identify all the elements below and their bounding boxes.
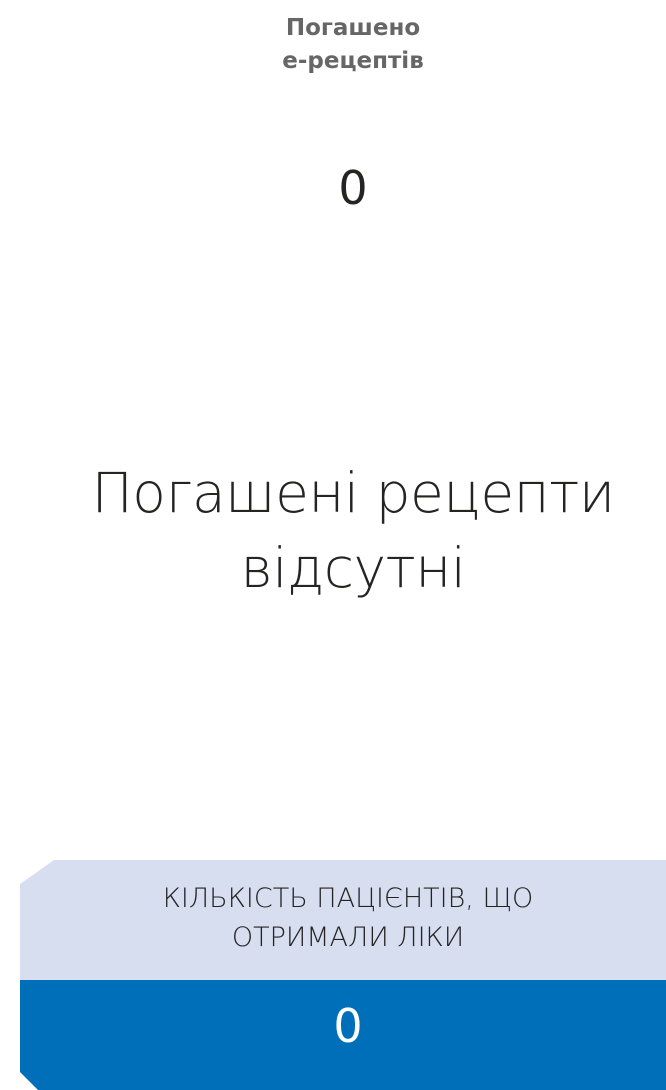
card-label: КІЛЬКІСТЬ ПАЦІЄНТІВ, ЩО ОТРИМАЛИ ЛІКИ [20, 879, 666, 957]
redeemed-prescriptions-title: Погашено е-рецептів [0, 12, 666, 78]
patients-received-medicine-card: КІЛЬКІСТЬ ПАЦІЄНТІВ, ЩО ОТРИМАЛИ ЛІКИ 0 [20, 860, 666, 1090]
empty-message-line-1: Погашені рецепти [91, 461, 615, 525]
redeemed-prescriptions-count: 0 [338, 161, 368, 215]
card-header: КІЛЬКІСТЬ ПАЦІЄНТІВ, ЩО ОТРИМАЛИ ЛІКИ [20, 860, 666, 980]
card-value-panel: 0 [20, 980, 666, 1090]
empty-state-message: Погашені рецепти відсутні [0, 456, 666, 606]
title-line-1: Погашено [285, 15, 421, 41]
card-label-line-2: ОТРИМАЛИ ЛІКИ [231, 922, 465, 953]
empty-message-line-2: відсутні [240, 536, 466, 600]
card-label-line-1: КІЛЬКІСТЬ ПАЦІЄНТІВ, ЩО [162, 883, 534, 914]
card-value: 0 [333, 999, 363, 1053]
title-line-2: е-рецептів [282, 48, 424, 74]
